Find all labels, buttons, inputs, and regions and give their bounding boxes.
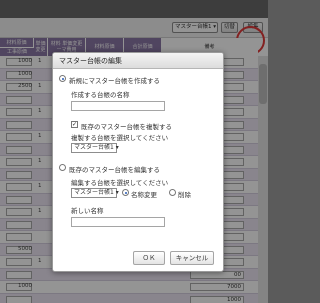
cancel-button[interactable]: キャンセル [170,251,214,265]
ok-button[interactable]: ＯＫ [133,251,165,265]
rename-radio[interactable] [122,189,129,196]
copy-existing-label: 既存のマスター台帳を複製する [81,123,172,131]
create-new-label: 新規にマスター台帳を作成する [69,77,160,85]
edit-select-prompt: 編集する台帳を選択してください [71,179,169,187]
master-ledger-edit-dialog: マスター台帳の編集 新規にマスター台帳を作成する 作成する台帳の名称 ✓ 既存の… [52,52,224,272]
delete-radio[interactable] [169,189,176,196]
delete-label: 削除 [178,191,191,199]
rename-label: 名称変更 [131,191,157,199]
copy-source-select[interactable]: マスター台帳1 ▾ [71,143,119,153]
create-name-label: 作成する台帳の名称 [71,91,130,99]
edit-existing-radio[interactable] [59,164,66,171]
edit-existing-label: 既存のマスター台帳を編集する [69,166,160,174]
new-name-input[interactable] [71,217,165,227]
dialog-body: 新規にマスター台帳を作成する 作成する台帳の名称 ✓ 既存のマスター台帳を複製す… [53,69,223,271]
new-name-label: 新しい名称 [71,207,104,215]
edit-target-select[interactable]: マスター台帳1 ▾ [71,188,119,198]
copy-existing-checkbox[interactable]: ✓ [71,121,78,128]
copy-select-prompt: 複製する台帳を選択してください [71,134,169,142]
dialog-title: マスター台帳の編集 [53,53,223,69]
create-new-radio[interactable] [59,75,66,82]
create-name-input[interactable] [71,101,165,111]
